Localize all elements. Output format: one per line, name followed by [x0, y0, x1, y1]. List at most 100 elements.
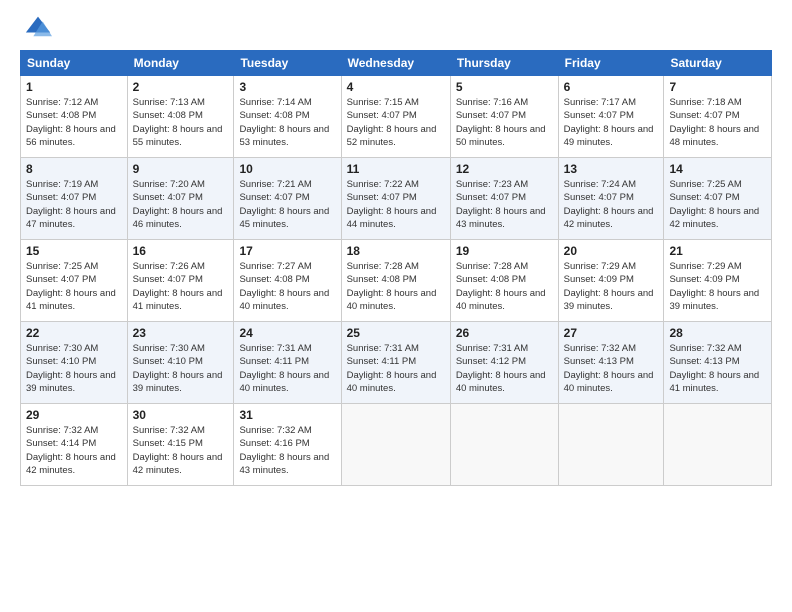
- day-cell: 25 Sunrise: 7:31 AM Sunset: 4:11 PM Dayl…: [341, 322, 450, 404]
- day-info: Sunrise: 7:27 AM Sunset: 4:08 PM Dayligh…: [239, 261, 329, 312]
- day-number: 15: [26, 244, 122, 258]
- day-info: Sunrise: 7:29 AM Sunset: 4:09 PM Dayligh…: [669, 261, 759, 312]
- day-number: 20: [564, 244, 659, 258]
- day-number: 27: [564, 326, 659, 340]
- day-cell: 4 Sunrise: 7:15 AM Sunset: 4:07 PM Dayli…: [341, 76, 450, 158]
- day-info: Sunrise: 7:16 AM Sunset: 4:07 PM Dayligh…: [456, 97, 546, 148]
- week-row-4: 22 Sunrise: 7:30 AM Sunset: 4:10 PM Dayl…: [21, 322, 772, 404]
- day-info: Sunrise: 7:18 AM Sunset: 4:07 PM Dayligh…: [669, 97, 759, 148]
- day-info: Sunrise: 7:19 AM Sunset: 4:07 PM Dayligh…: [26, 179, 116, 230]
- day-number: 30: [133, 408, 229, 422]
- day-number: 10: [239, 162, 335, 176]
- day-info: Sunrise: 7:32 AM Sunset: 4:16 PM Dayligh…: [239, 425, 329, 476]
- day-info: Sunrise: 7:14 AM Sunset: 4:08 PM Dayligh…: [239, 97, 329, 148]
- day-cell: 7 Sunrise: 7:18 AM Sunset: 4:07 PM Dayli…: [664, 76, 772, 158]
- day-cell: 23 Sunrise: 7:30 AM Sunset: 4:10 PM Dayl…: [127, 322, 234, 404]
- day-cell: [558, 404, 664, 486]
- day-info: Sunrise: 7:24 AM Sunset: 4:07 PM Dayligh…: [564, 179, 654, 230]
- day-cell: 6 Sunrise: 7:17 AM Sunset: 4:07 PM Dayli…: [558, 76, 664, 158]
- day-number: 1: [26, 80, 122, 94]
- day-number: 11: [347, 162, 445, 176]
- day-info: Sunrise: 7:25 AM Sunset: 4:07 PM Dayligh…: [26, 261, 116, 312]
- day-cell: [341, 404, 450, 486]
- day-number: 31: [239, 408, 335, 422]
- header-thursday: Thursday: [450, 51, 558, 76]
- day-info: Sunrise: 7:32 AM Sunset: 4:15 PM Dayligh…: [133, 425, 223, 476]
- day-info: Sunrise: 7:26 AM Sunset: 4:07 PM Dayligh…: [133, 261, 223, 312]
- day-number: 7: [669, 80, 766, 94]
- logo-icon: [24, 12, 52, 40]
- day-number: 29: [26, 408, 122, 422]
- day-number: 8: [26, 162, 122, 176]
- day-cell: 12 Sunrise: 7:23 AM Sunset: 4:07 PM Dayl…: [450, 158, 558, 240]
- day-cell: 1 Sunrise: 7:12 AM Sunset: 4:08 PM Dayli…: [21, 76, 128, 158]
- day-cell: 11 Sunrise: 7:22 AM Sunset: 4:07 PM Dayl…: [341, 158, 450, 240]
- week-row-1: 1 Sunrise: 7:12 AM Sunset: 4:08 PM Dayli…: [21, 76, 772, 158]
- day-number: 22: [26, 326, 122, 340]
- day-cell: 22 Sunrise: 7:30 AM Sunset: 4:10 PM Dayl…: [21, 322, 128, 404]
- day-info: Sunrise: 7:32 AM Sunset: 4:13 PM Dayligh…: [564, 343, 654, 394]
- day-number: 14: [669, 162, 766, 176]
- day-number: 5: [456, 80, 553, 94]
- day-info: Sunrise: 7:15 AM Sunset: 4:07 PM Dayligh…: [347, 97, 437, 148]
- day-info: Sunrise: 7:23 AM Sunset: 4:07 PM Dayligh…: [456, 179, 546, 230]
- day-number: 19: [456, 244, 553, 258]
- day-cell: 19 Sunrise: 7:28 AM Sunset: 4:08 PM Dayl…: [450, 240, 558, 322]
- header-saturday: Saturday: [664, 51, 772, 76]
- day-cell: 2 Sunrise: 7:13 AM Sunset: 4:08 PM Dayli…: [127, 76, 234, 158]
- day-number: 4: [347, 80, 445, 94]
- day-number: 16: [133, 244, 229, 258]
- day-cell: 30 Sunrise: 7:32 AM Sunset: 4:15 PM Dayl…: [127, 404, 234, 486]
- day-info: Sunrise: 7:22 AM Sunset: 4:07 PM Dayligh…: [347, 179, 437, 230]
- day-cell: 24 Sunrise: 7:31 AM Sunset: 4:11 PM Dayl…: [234, 322, 341, 404]
- day-cell: 26 Sunrise: 7:31 AM Sunset: 4:12 PM Dayl…: [450, 322, 558, 404]
- day-info: Sunrise: 7:31 AM Sunset: 4:12 PM Dayligh…: [456, 343, 546, 394]
- day-info: Sunrise: 7:20 AM Sunset: 4:07 PM Dayligh…: [133, 179, 223, 230]
- day-info: Sunrise: 7:17 AM Sunset: 4:07 PM Dayligh…: [564, 97, 654, 148]
- header-row: SundayMondayTuesdayWednesdayThursdayFrid…: [21, 51, 772, 76]
- day-info: Sunrise: 7:30 AM Sunset: 4:10 PM Dayligh…: [133, 343, 223, 394]
- calendar-body: 1 Sunrise: 7:12 AM Sunset: 4:08 PM Dayli…: [21, 76, 772, 486]
- week-row-5: 29 Sunrise: 7:32 AM Sunset: 4:14 PM Dayl…: [21, 404, 772, 486]
- week-row-2: 8 Sunrise: 7:19 AM Sunset: 4:07 PM Dayli…: [21, 158, 772, 240]
- header-tuesday: Tuesday: [234, 51, 341, 76]
- day-cell: [664, 404, 772, 486]
- day-info: Sunrise: 7:31 AM Sunset: 4:11 PM Dayligh…: [347, 343, 437, 394]
- day-info: Sunrise: 7:21 AM Sunset: 4:07 PM Dayligh…: [239, 179, 329, 230]
- week-row-3: 15 Sunrise: 7:25 AM Sunset: 4:07 PM Dayl…: [21, 240, 772, 322]
- day-number: 6: [564, 80, 659, 94]
- header-sunday: Sunday: [21, 51, 128, 76]
- day-info: Sunrise: 7:31 AM Sunset: 4:11 PM Dayligh…: [239, 343, 329, 394]
- day-number: 26: [456, 326, 553, 340]
- day-cell: 17 Sunrise: 7:27 AM Sunset: 4:08 PM Dayl…: [234, 240, 341, 322]
- day-info: Sunrise: 7:12 AM Sunset: 4:08 PM Dayligh…: [26, 97, 116, 148]
- calendar-header: SundayMondayTuesdayWednesdayThursdayFrid…: [21, 51, 772, 76]
- day-cell: 3 Sunrise: 7:14 AM Sunset: 4:08 PM Dayli…: [234, 76, 341, 158]
- day-cell: 18 Sunrise: 7:28 AM Sunset: 4:08 PM Dayl…: [341, 240, 450, 322]
- day-cell: 8 Sunrise: 7:19 AM Sunset: 4:07 PM Dayli…: [21, 158, 128, 240]
- day-number: 18: [347, 244, 445, 258]
- calendar-table: SundayMondayTuesdayWednesdayThursdayFrid…: [20, 50, 772, 486]
- day-info: Sunrise: 7:25 AM Sunset: 4:07 PM Dayligh…: [669, 179, 759, 230]
- day-number: 2: [133, 80, 229, 94]
- day-info: Sunrise: 7:28 AM Sunset: 4:08 PM Dayligh…: [456, 261, 546, 312]
- day-cell: 10 Sunrise: 7:21 AM Sunset: 4:07 PM Dayl…: [234, 158, 341, 240]
- day-info: Sunrise: 7:30 AM Sunset: 4:10 PM Dayligh…: [26, 343, 116, 394]
- day-cell: 27 Sunrise: 7:32 AM Sunset: 4:13 PM Dayl…: [558, 322, 664, 404]
- day-number: 24: [239, 326, 335, 340]
- day-info: Sunrise: 7:32 AM Sunset: 4:14 PM Dayligh…: [26, 425, 116, 476]
- day-info: Sunrise: 7:29 AM Sunset: 4:09 PM Dayligh…: [564, 261, 654, 312]
- day-info: Sunrise: 7:32 AM Sunset: 4:13 PM Dayligh…: [669, 343, 759, 394]
- page: SundayMondayTuesdayWednesdayThursdayFrid…: [0, 0, 792, 612]
- day-number: 12: [456, 162, 553, 176]
- day-number: 28: [669, 326, 766, 340]
- day-number: 9: [133, 162, 229, 176]
- day-cell: 20 Sunrise: 7:29 AM Sunset: 4:09 PM Dayl…: [558, 240, 664, 322]
- day-cell: 31 Sunrise: 7:32 AM Sunset: 4:16 PM Dayl…: [234, 404, 341, 486]
- day-info: Sunrise: 7:28 AM Sunset: 4:08 PM Dayligh…: [347, 261, 437, 312]
- day-cell: 9 Sunrise: 7:20 AM Sunset: 4:07 PM Dayli…: [127, 158, 234, 240]
- day-cell: 13 Sunrise: 7:24 AM Sunset: 4:07 PM Dayl…: [558, 158, 664, 240]
- day-number: 17: [239, 244, 335, 258]
- day-info: Sunrise: 7:13 AM Sunset: 4:08 PM Dayligh…: [133, 97, 223, 148]
- day-cell: 29 Sunrise: 7:32 AM Sunset: 4:14 PM Dayl…: [21, 404, 128, 486]
